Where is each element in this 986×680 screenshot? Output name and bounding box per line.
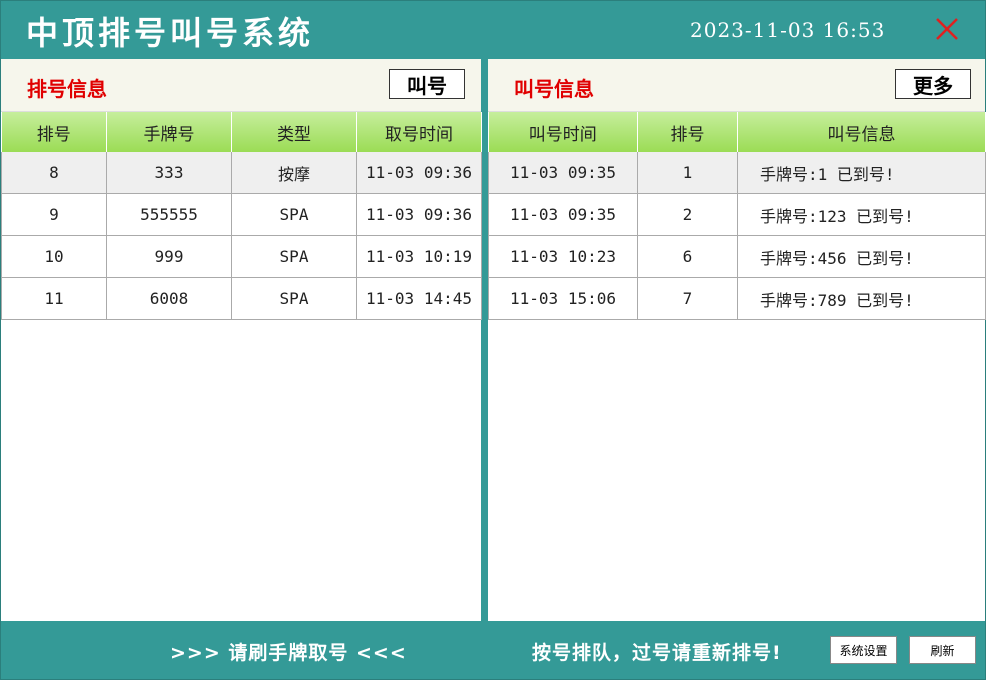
service-type: SPA — [231, 193, 357, 236]
call-button[interactable]: 叫号 — [389, 69, 465, 99]
ticket-time: 11-03 09:36 — [356, 152, 482, 194]
call-time: 11-03 10:23 — [488, 235, 638, 278]
service-type: SPA — [231, 277, 357, 320]
wristband-number: 333 — [106, 152, 232, 194]
table-row[interactable]: 10 999 SPA 11-03 10:19 — [1, 235, 482, 278]
call-message: 手牌号:123 已到号! — [737, 193, 986, 236]
clock: 2023-11-03 16:53 — [690, 18, 886, 42]
table-row[interactable]: 11-03 10:23 6 手牌号:456 已到号! — [488, 235, 986, 278]
wristband-number: 999 — [106, 235, 232, 278]
call-message: 手牌号:789 已到号! — [737, 277, 986, 320]
queue-number: 2 — [637, 193, 738, 236]
table-row[interactable]: 9 555555 SPA 11-03 09:36 — [1, 193, 482, 236]
call-message: 手牌号:456 已到号! — [737, 235, 986, 278]
queue-number: 9 — [1, 193, 107, 236]
column-header[interactable]: 取号时间 — [356, 112, 482, 152]
queue-panel: 排号信息 叫号 排号 手牌号 类型 取号时间 8 333 按摩 11-03 09… — [1, 59, 482, 621]
queue-number: 8 — [1, 152, 107, 194]
refresh-button[interactable]: 刷新 — [909, 636, 976, 664]
queue-number: 1 — [637, 152, 738, 194]
queue-number: 11 — [1, 277, 107, 320]
call-message: 手牌号:1 已到号! — [737, 152, 986, 194]
service-type: 按摩 — [231, 152, 357, 194]
call-time: 11-03 15:06 — [488, 277, 638, 320]
table-row[interactable]: 11 6008 SPA 11-03 14:45 — [1, 277, 482, 320]
ticket-time: 11-03 09:36 — [356, 193, 482, 236]
call-time: 11-03 09:35 — [488, 193, 638, 236]
column-header[interactable]: 类型 — [231, 112, 357, 152]
queue-number: 6 — [637, 235, 738, 278]
title-bar: 中顶排号叫号系统 2023-11-03 16:53 — [0, 0, 986, 58]
ticket-time: 11-03 10:19 — [356, 235, 482, 278]
queue-table-header: 排号 手牌号 类型 取号时间 — [1, 112, 482, 152]
queue-number: 10 — [1, 235, 107, 278]
table-row[interactable]: 11-03 15:06 7 手牌号:789 已到号! — [488, 277, 986, 320]
queue-number: 7 — [637, 277, 738, 320]
call-table-header: 叫号时间 排号 叫号信息 — [488, 112, 986, 152]
call-time: 11-03 09:35 — [488, 152, 638, 194]
column-header[interactable]: 排号 — [1, 112, 107, 152]
table-row[interactable]: 8 333 按摩 11-03 09:36 — [1, 152, 482, 194]
queue-panel-title: 排号信息 — [27, 77, 107, 101]
call-panel-header: 叫号信息 更多 — [488, 59, 985, 112]
queue-table: 排号 手牌号 类型 取号时间 8 333 按摩 11-03 09:36 9 55… — [1, 112, 482, 320]
column-header[interactable]: 排号 — [637, 112, 738, 152]
wristband-number: 6008 — [106, 277, 232, 320]
settings-button[interactable]: 系统设置 — [830, 636, 897, 664]
scroll-prompt: >>> 请刷手牌取号 <<< — [170, 642, 407, 664]
app-title: 中顶排号叫号系统 — [26, 14, 315, 52]
table-row[interactable]: 11-03 09:35 1 手牌号:1 已到号! — [488, 152, 986, 194]
queue-panel-header: 排号信息 叫号 — [1, 59, 481, 112]
close-x-icon — [936, 18, 958, 40]
service-type: SPA — [231, 235, 357, 278]
ticket-time: 11-03 14:45 — [356, 277, 482, 320]
wristband-number: 555555 — [106, 193, 232, 236]
call-table: 叫号时间 排号 叫号信息 11-03 09:35 1 手牌号:1 已到号! 11… — [488, 112, 986, 320]
footer-bar: >>> 请刷手牌取号 <<< 按号排队，过号请重新排号! 系统设置 刷新 — [0, 622, 986, 680]
column-header[interactable]: 手牌号 — [106, 112, 232, 152]
queue-notice: 按号排队，过号请重新排号! — [532, 642, 782, 664]
close-button[interactable] — [934, 16, 960, 42]
column-header[interactable]: 叫号时间 — [488, 112, 638, 152]
call-panel-title: 叫号信息 — [514, 77, 594, 101]
column-header[interactable]: 叫号信息 — [737, 112, 986, 152]
table-row[interactable]: 11-03 09:35 2 手牌号:123 已到号! — [488, 193, 986, 236]
more-button[interactable]: 更多 — [895, 69, 971, 99]
call-panel: 叫号信息 更多 叫号时间 排号 叫号信息 11-03 09:35 1 手牌号:1… — [488, 59, 986, 621]
